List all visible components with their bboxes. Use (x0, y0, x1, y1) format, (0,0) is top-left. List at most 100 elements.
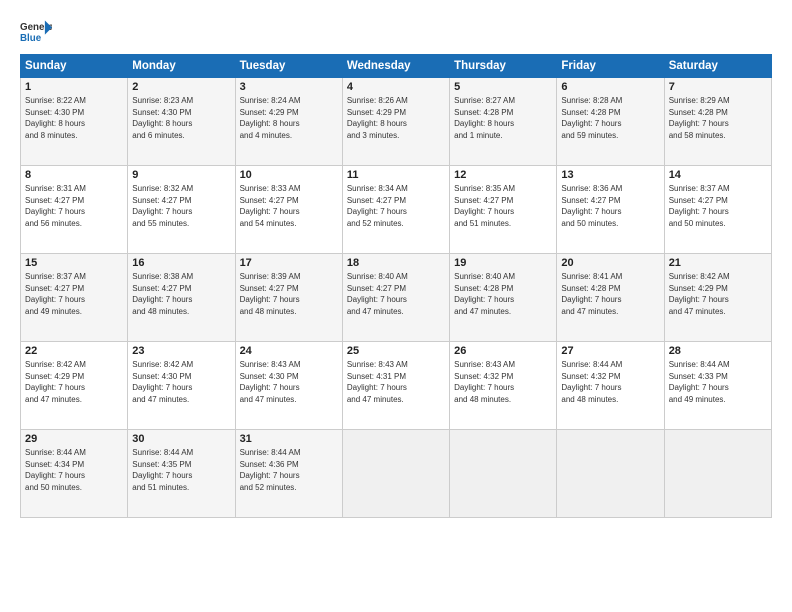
calendar-cell (342, 430, 449, 518)
day-number: 27 (561, 345, 659, 357)
cell-content: Sunrise: 8:44 AM Sunset: 4:36 PM Dayligh… (240, 447, 338, 493)
calendar-cell: 29Sunrise: 8:44 AM Sunset: 4:34 PM Dayli… (21, 430, 128, 518)
cell-content: Sunrise: 8:42 AM Sunset: 4:29 PM Dayligh… (25, 359, 123, 405)
day-number: 10 (240, 169, 338, 181)
calendar-cell: 13 Sunrise: 8:36 AM Sunset: 4:27 PM Dayli… (557, 166, 664, 254)
calendar-cell: 8Sunrise: 8:31 AM Sunset: 4:27 PM Daylig… (21, 166, 128, 254)
calendar-week-3: 15Sunrise: 8:37 AM Sunset: 4:27 PM Dayli… (21, 254, 772, 342)
day-header-tuesday: Tuesday (235, 55, 342, 78)
calendar-cell: 31 Sunrise: 8:44 AM Sunset: 4:36 PM Dayli… (235, 430, 342, 518)
calendar-cell: 15Sunrise: 8:37 AM Sunset: 4:27 PM Dayli… (21, 254, 128, 342)
day-number: 11 (347, 169, 445, 181)
cell-content: Sunrise: 8:34 AM Sunset: 4:27 PM Dayligh… (347, 183, 445, 229)
calendar-cell: 16 Sunrise: 8:38 AM Sunset: 4:27 PM Dayli… (128, 254, 235, 342)
day-header-sunday: Sunday (21, 55, 128, 78)
day-number: 24 (240, 345, 338, 357)
calendar-cell: 14Sunrise: 8:37 AM Sunset: 4:27 PM Dayli… (664, 166, 771, 254)
calendar-cell: 12 Sunrise: 8:35 AM Sunset: 4:27 PM Dayli… (450, 166, 557, 254)
cell-content: Sunrise: 8:40 AM Sunset: 4:28 PM Dayligh… (454, 271, 552, 317)
cell-content: Sunrise: 8:37 AM Sunset: 4:27 PM Dayligh… (25, 271, 123, 317)
day-number: 12 (454, 169, 552, 181)
cell-content: Sunrise: 8:42 AM Sunset: 4:29 PM Dayligh… (669, 271, 767, 317)
calendar-cell: 28 Sunrise: 8:44 AM Sunset: 4:33 PM Dayli… (664, 342, 771, 430)
calendar-cell: 24 Sunrise: 8:43 AM Sunset: 4:30 PM Dayli… (235, 342, 342, 430)
day-number: 2 (132, 81, 230, 93)
calendar-cell (557, 430, 664, 518)
calendar-cell: 10 Sunrise: 8:33 AM Sunset: 4:27 PM Dayli… (235, 166, 342, 254)
cell-content: Sunrise: 8:44 AM Sunset: 4:32 PM Dayligh… (561, 359, 659, 405)
cell-content: Sunrise: 8:38 AM Sunset: 4:27 PM Dayligh… (132, 271, 230, 317)
calendar-week-1: 1 Sunrise: 8:22 AM Sunset: 4:30 PM Daylig… (21, 78, 772, 166)
day-number: 22 (25, 345, 123, 357)
day-number: 7 (669, 81, 767, 93)
day-number: 6 (561, 81, 659, 93)
cell-content: Sunrise: 8:33 AM Sunset: 4:27 PM Dayligh… (240, 183, 338, 229)
calendar-cell (450, 430, 557, 518)
calendar-cell: 22 Sunrise: 8:42 AM Sunset: 4:29 PM Dayli… (21, 342, 128, 430)
calendar-cell: 3Sunrise: 8:24 AM Sunset: 4:29 PM Daylig… (235, 78, 342, 166)
calendar-body: 1 Sunrise: 8:22 AM Sunset: 4:30 PM Daylig… (21, 78, 772, 518)
calendar-cell: 25 Sunrise: 8:43 AM Sunset: 4:31 PM Dayli… (342, 342, 449, 430)
svg-text:Blue: Blue (20, 33, 42, 44)
cell-content: Sunrise: 8:27 AM Sunset: 4:28 PM Dayligh… (454, 95, 552, 141)
cell-content: Sunrise: 8:36 AM Sunset: 4:27 PM Dayligh… (561, 183, 659, 229)
cell-content: Sunrise: 8:44 AM Sunset: 4:33 PM Dayligh… (669, 359, 767, 405)
cell-content: Sunrise: 8:32 AM Sunset: 4:27 PM Dayligh… (132, 183, 230, 229)
day-number: 20 (561, 257, 659, 269)
day-number: 13 (561, 169, 659, 181)
day-number: 9 (132, 169, 230, 181)
calendar-week-4: 22 Sunrise: 8:42 AM Sunset: 4:29 PM Dayli… (21, 342, 772, 430)
day-number: 16 (132, 257, 230, 269)
cell-content: Sunrise: 8:39 AM Sunset: 4:27 PM Dayligh… (240, 271, 338, 317)
day-number: 1 (25, 81, 123, 93)
cell-content: Sunrise: 8:23 AM Sunset: 4:30 PM Dayligh… (132, 95, 230, 141)
day-header-wednesday: Wednesday (342, 55, 449, 78)
calendar-week-5: 29Sunrise: 8:44 AM Sunset: 4:34 PM Dayli… (21, 430, 772, 518)
calendar-table: SundayMondayTuesdayWednesdayThursdayFrid… (20, 54, 772, 518)
day-number: 17 (240, 257, 338, 269)
cell-content: Sunrise: 8:28 AM Sunset: 4:28 PM Dayligh… (561, 95, 659, 141)
cell-content: Sunrise: 8:43 AM Sunset: 4:31 PM Dayligh… (347, 359, 445, 405)
calendar-cell: 23 Sunrise: 8:42 AM Sunset: 4:30 PM Dayli… (128, 342, 235, 430)
calendar-cell: 21Sunrise: 8:42 AM Sunset: 4:29 PM Dayli… (664, 254, 771, 342)
calendar-cell: 1 Sunrise: 8:22 AM Sunset: 4:30 PM Daylig… (21, 78, 128, 166)
calendar-cell (664, 430, 771, 518)
calendar-week-2: 8Sunrise: 8:31 AM Sunset: 4:27 PM Daylig… (21, 166, 772, 254)
calendar-cell: 30Sunrise: 8:44 AM Sunset: 4:35 PM Dayli… (128, 430, 235, 518)
calendar-header-row: SundayMondayTuesdayWednesdayThursdayFrid… (21, 55, 772, 78)
cell-content: Sunrise: 8:43 AM Sunset: 4:30 PM Dayligh… (240, 359, 338, 405)
calendar-cell: 20 Sunrise: 8:41 AM Sunset: 4:28 PM Dayli… (557, 254, 664, 342)
calendar-cell: 17 Sunrise: 8:39 AM Sunset: 4:27 PM Dayli… (235, 254, 342, 342)
calendar-cell: 6 Sunrise: 8:28 AM Sunset: 4:28 PM Daylig… (557, 78, 664, 166)
day-number: 23 (132, 345, 230, 357)
day-number: 28 (669, 345, 767, 357)
cell-content: Sunrise: 8:44 AM Sunset: 4:34 PM Dayligh… (25, 447, 123, 493)
day-number: 5 (454, 81, 552, 93)
day-number: 19 (454, 257, 552, 269)
calendar-cell: 5 Sunrise: 8:27 AM Sunset: 4:28 PM Daylig… (450, 78, 557, 166)
calendar-cell: 11 Sunrise: 8:34 AM Sunset: 4:27 PM Dayli… (342, 166, 449, 254)
calendar-cell: 2 Sunrise: 8:23 AM Sunset: 4:30 PM Daylig… (128, 78, 235, 166)
cell-content: Sunrise: 8:42 AM Sunset: 4:30 PM Dayligh… (132, 359, 230, 405)
day-header-thursday: Thursday (450, 55, 557, 78)
logo: General Blue (20, 18, 52, 46)
cell-content: Sunrise: 8:22 AM Sunset: 4:30 PM Dayligh… (25, 95, 123, 141)
cell-content: Sunrise: 8:35 AM Sunset: 4:27 PM Dayligh… (454, 183, 552, 229)
cell-content: Sunrise: 8:43 AM Sunset: 4:32 PM Dayligh… (454, 359, 552, 405)
day-number: 31 (240, 433, 338, 445)
calendar-cell: 19 Sunrise: 8:40 AM Sunset: 4:28 PM Dayli… (450, 254, 557, 342)
cell-content: Sunrise: 8:31 AM Sunset: 4:27 PM Dayligh… (25, 183, 123, 229)
calendar-cell: 18 Sunrise: 8:40 AM Sunset: 4:27 PM Dayli… (342, 254, 449, 342)
cell-content: Sunrise: 8:37 AM Sunset: 4:27 PM Dayligh… (669, 183, 767, 229)
day-number: 25 (347, 345, 445, 357)
day-header-monday: Monday (128, 55, 235, 78)
day-header-saturday: Saturday (664, 55, 771, 78)
day-number: 18 (347, 257, 445, 269)
calendar-cell: 9 Sunrise: 8:32 AM Sunset: 4:27 PM Daylig… (128, 166, 235, 254)
day-number: 4 (347, 81, 445, 93)
calendar-cell: 7Sunrise: 8:29 AM Sunset: 4:28 PM Daylig… (664, 78, 771, 166)
cell-content: Sunrise: 8:26 AM Sunset: 4:29 PM Dayligh… (347, 95, 445, 141)
cell-content: Sunrise: 8:24 AM Sunset: 4:29 PM Dayligh… (240, 95, 338, 141)
cell-content: Sunrise: 8:40 AM Sunset: 4:27 PM Dayligh… (347, 271, 445, 317)
cell-content: Sunrise: 8:41 AM Sunset: 4:28 PM Dayligh… (561, 271, 659, 317)
